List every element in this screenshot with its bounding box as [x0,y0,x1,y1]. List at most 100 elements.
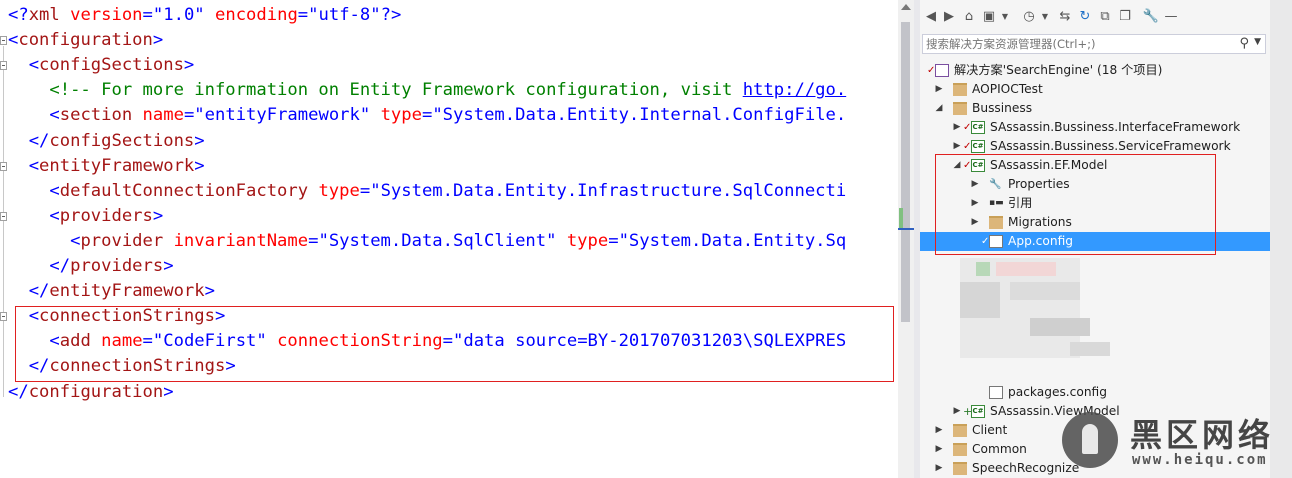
collapse-icon[interactable] [0,161,7,171]
code-token: "System.Data.Entity.Infrastructure.SqlCo… [370,180,847,201]
properties-wrench-icon[interactable]: 🔧 [1142,8,1160,26]
code-token: <!-- For more information on Entity Fram… [8,80,743,101]
expand-arrow-icon[interactable]: ▶ [952,137,962,156]
tree-item[interactable]: ◢ Bussiness [920,99,1270,118]
code-editor[interactable]: <?xml version="1.0" encoding="utf-8"?> <c… [0,0,898,478]
expand-arrow-icon[interactable]: ▶ [952,402,962,421]
code-token: defaultConnectionFactory [59,180,309,201]
code-line[interactable]: <provider invariantName="System.Data.Sql… [8,229,846,254]
solution-search-box[interactable]: ⚲ ▼ [922,34,1266,54]
code-link[interactable]: http://go. [743,80,846,100]
search-input[interactable] [926,36,1236,52]
tree-item-label: AOPIOCTest [972,81,1043,96]
code-token: invariantName [163,230,309,251]
expand-arrow-icon[interactable]: ▶ [934,459,944,478]
code-token: = [308,230,319,251]
watermark-url: www.heiqu.com [1132,452,1268,468]
collapse-icon[interactable] [0,211,7,221]
code-token: "1.0" [152,5,205,25]
sync-icon[interactable]: ⇆ [1056,8,1074,26]
csharp-project-icon: C# [971,405,985,419]
code-line[interactable]: <section name="entityFramework" type="Sy… [8,103,846,128]
tree-item[interactable]: ▶ ✓ C# SAssassin.Bussiness.ServiceFramework [920,137,1270,156]
caret-marker [898,228,914,230]
code-token: > [194,130,205,151]
scroll-thumb[interactable] [901,22,910,322]
connection-strings-highlight [15,306,894,382]
blurred-region [960,282,1000,318]
tree-item[interactable]: ✓ 解决方案'SearchEngine' (18 个项目) [920,61,1270,80]
collapse-icon[interactable] [0,312,7,322]
csharp-project-icon: C# [971,139,985,153]
code-token: < [8,230,81,251]
collapse-all-icon[interactable]: ⧉ [1096,8,1114,26]
expand-arrow-icon[interactable]: ▶ [952,118,962,137]
config-file-icon [989,386,1003,400]
chevron-down-icon[interactable]: ▼ [1036,8,1054,26]
search-icon[interactable]: ⚲ [1239,36,1249,51]
tree-item-label: Common [972,442,1027,456]
forward-icon[interactable]: ▶ [940,8,958,26]
code-token: "System.Data.Entity.Sq [618,230,847,251]
code-token: "entityFramework" [194,105,371,126]
code-line[interactable]: </providers> [8,254,174,279]
tree-item[interactable]: ▶ ✓ C# SAssassin.Bussiness.InterfaceFramewo… [920,118,1270,137]
code-line[interactable]: <providers> [8,204,163,229]
code-token: </ [8,256,71,276]
code-line[interactable]: </configuration> [8,380,174,405]
scroll-up-icon[interactable] [901,4,911,10]
code-token: < [8,105,60,126]
code-line[interactable]: <!-- For more information on Entity Fram… [8,78,846,103]
code-token: > [183,55,195,76]
collapse-icon[interactable] [0,61,7,71]
editor-vertical-scrollbar[interactable] [898,0,914,478]
folder-icon [953,461,967,475]
fold-guide [3,71,4,147]
preview-icon[interactable]: — [1162,8,1180,26]
collapse-arrow-icon[interactable]: ◢ [934,99,944,118]
code-token: version [59,5,143,25]
folder-icon [953,424,967,438]
code-token: > [152,30,164,51]
code-token: "utf-8" [308,5,381,25]
code-token: > [194,155,205,176]
tree-item[interactable]: ▶ AOPIOCTest [920,80,1270,99]
code-line[interactable]: <configuration> [8,28,163,53]
code-token: entityFramework [39,155,195,176]
code-token: section [59,105,133,126]
collapse-icon[interactable] [0,36,7,46]
tree-item-label: Bussiness [972,100,1033,115]
code-token: > [163,256,174,276]
code-token: providers [70,256,164,276]
code-token: </ [8,281,50,302]
code-line[interactable]: <entityFramework> [8,154,205,179]
expand-arrow-icon[interactable]: ▶ [934,421,944,440]
refresh-icon[interactable]: ↻ [1076,8,1094,26]
watermark-logo [1062,412,1118,468]
code-line[interactable]: <defaultConnectionFactory type="System.D… [8,179,846,204]
expand-arrow-icon[interactable]: ▶ [934,80,944,99]
code-token: type [556,230,609,251]
code-token: ?> [380,5,402,25]
code-line[interactable]: </configSections> [8,129,205,154]
code-line[interactable]: </entityFramework> [8,279,215,304]
code-token: < [8,180,60,201]
code-line[interactable]: <configSections> [8,53,195,78]
back-icon[interactable]: ◀ [922,8,940,26]
home-icon[interactable]: ⌂ [960,8,978,26]
code-token: > [204,281,215,302]
tree-item[interactable]: packages.config [920,383,1270,402]
expand-arrow-icon[interactable]: ▶ [934,440,944,459]
solution-explorer-scrollbar[interactable] [1270,0,1292,478]
show-all-files-icon[interactable]: ❐ [1116,8,1134,26]
code-token: configSections [49,130,195,151]
chevron-down-icon[interactable]: ▼ [996,8,1014,26]
code-token: providers [59,205,153,226]
folder-icon [953,443,967,456]
code-line[interactable]: <?xml version="1.0" encoding="utf-8"?> [8,3,401,28]
code-token: </ [8,381,29,402]
code-token: <? [8,5,29,25]
chevron-down-icon[interactable]: ▼ [1254,37,1261,47]
code-token: encoding [204,5,298,25]
code-token: > [152,205,164,226]
